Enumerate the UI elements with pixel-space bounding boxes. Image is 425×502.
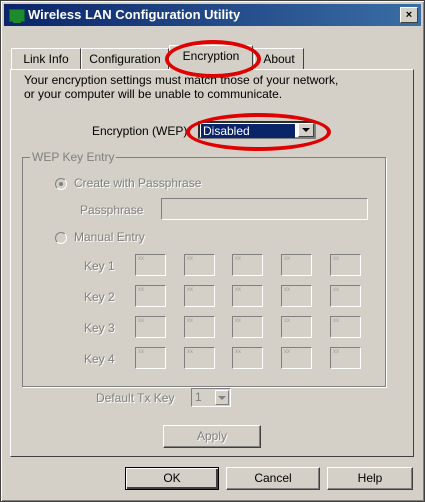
- chevron-down-icon[interactable]: [298, 123, 314, 137]
- passphrase-label: Passphrase: [80, 203, 144, 217]
- passphrase-radio[interactable]: [55, 178, 67, 190]
- key-3-byte-2[interactable]: xx: [184, 316, 215, 338]
- key-2-byte-1[interactable]: xx: [135, 285, 166, 307]
- key-2-byte-3[interactable]: xx: [232, 285, 263, 307]
- chevron-down-icon[interactable]: [215, 390, 229, 405]
- key-1-label: Key 1: [84, 259, 115, 273]
- info-line-1: Your encryption settings must match thos…: [24, 73, 339, 87]
- key-3-byte-5[interactable]: xx: [330, 316, 361, 338]
- key-4-byte-3[interactable]: xx: [232, 347, 263, 369]
- key-1-byte-1[interactable]: xx: [135, 254, 166, 276]
- default-tx-key-select[interactable]: 1: [191, 388, 231, 407]
- key-2-label: Key 2: [84, 290, 115, 304]
- manual-entry-label: Manual Entry: [74, 230, 145, 244]
- encryption-select[interactable]: Disabled: [198, 121, 316, 139]
- key-4-label: Key 4: [84, 352, 115, 366]
- tab-configuration[interactable]: Configuration: [81, 48, 169, 69]
- encryption-selected-value: Disabled: [201, 124, 295, 138]
- cancel-button[interactable]: Cancel: [226, 467, 320, 490]
- encryption-label: Encryption (WEP): [92, 124, 188, 138]
- key-1-byte-5[interactable]: xx: [330, 254, 361, 276]
- window-title: Wireless LAN Configuration Utility: [28, 7, 241, 22]
- help-button[interactable]: Help: [327, 467, 413, 490]
- key-3-byte-4[interactable]: xx: [281, 316, 312, 338]
- passphrase-field[interactable]: [161, 198, 368, 220]
- default-tx-key-label: Default Tx Key: [96, 391, 175, 405]
- key-4-byte-4[interactable]: xx: [281, 347, 312, 369]
- key-4-byte-5[interactable]: xx: [330, 347, 361, 369]
- key-4-byte-1[interactable]: xx: [135, 347, 166, 369]
- key-4-byte-2[interactable]: xx: [184, 347, 215, 369]
- close-button[interactable]: ×: [400, 7, 418, 23]
- key-1-byte-2[interactable]: xx: [184, 254, 215, 276]
- apply-button[interactable]: Apply: [163, 425, 261, 448]
- key-2-byte-5[interactable]: xx: [330, 285, 361, 307]
- key-2-byte-2[interactable]: xx: [184, 285, 215, 307]
- key-1-byte-4[interactable]: xx: [281, 254, 312, 276]
- info-line-2: or your computer will be unable to commu…: [24, 87, 283, 101]
- tab-encryption[interactable]: Encryption: [169, 45, 253, 70]
- title-bar[interactable]: Wireless LAN Configuration Utility ×: [4, 4, 421, 26]
- tab-about[interactable]: About: [254, 48, 304, 69]
- key-1-byte-3[interactable]: xx: [232, 254, 263, 276]
- network-adapter-icon: [9, 9, 25, 23]
- key-2-byte-4[interactable]: xx: [281, 285, 312, 307]
- tab-link-info[interactable]: Link Info: [11, 48, 81, 69]
- info-text: Your encryption settings must match thos…: [24, 73, 404, 101]
- key-3-byte-3[interactable]: xx: [232, 316, 263, 338]
- ok-button[interactable]: OK: [125, 467, 219, 490]
- key-3-byte-1[interactable]: xx: [135, 316, 166, 338]
- default-tx-key-value: 1: [195, 390, 202, 404]
- key-3-label: Key 3: [84, 321, 115, 335]
- passphrase-option-label: Create with Passphrase: [74, 176, 202, 190]
- manual-entry-radio[interactable]: [55, 232, 67, 244]
- wep-group-title: WEP Key Entry: [30, 150, 117, 164]
